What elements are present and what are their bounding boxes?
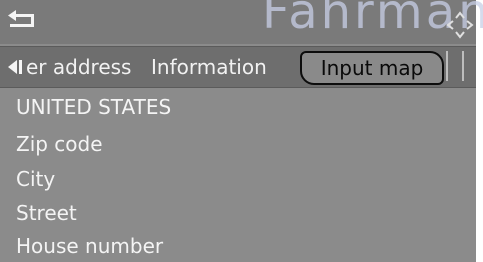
title-bar: Fahrmanual bbox=[0, 0, 483, 44]
list-item-country[interactable]: UNITED STATES bbox=[16, 93, 171, 121]
navigation-screen: Fahrmanual er address Information Input bbox=[0, 0, 483, 262]
tab-other-address[interactable]: er address bbox=[26, 53, 131, 81]
tab-information[interactable]: Information bbox=[151, 53, 267, 81]
tab-bar-end-marker bbox=[446, 51, 464, 81]
list-item-zip-code[interactable]: Zip code bbox=[16, 130, 103, 158]
controller-joystick-icon bbox=[446, 10, 474, 40]
back-arrow-icon[interactable] bbox=[8, 10, 42, 32]
tab-input-map[interactable]: Input map bbox=[300, 51, 444, 85]
tab-scroll-left-icon[interactable] bbox=[6, 58, 24, 76]
list-item-house-number[interactable]: House number bbox=[16, 232, 163, 260]
display-panel: Fahrmanual er address Information Input bbox=[0, 0, 483, 262]
tab-bar: er address Information Input map bbox=[0, 46, 476, 88]
list-item-street[interactable]: Street bbox=[16, 199, 77, 227]
list-item-city[interactable]: City bbox=[16, 165, 55, 193]
